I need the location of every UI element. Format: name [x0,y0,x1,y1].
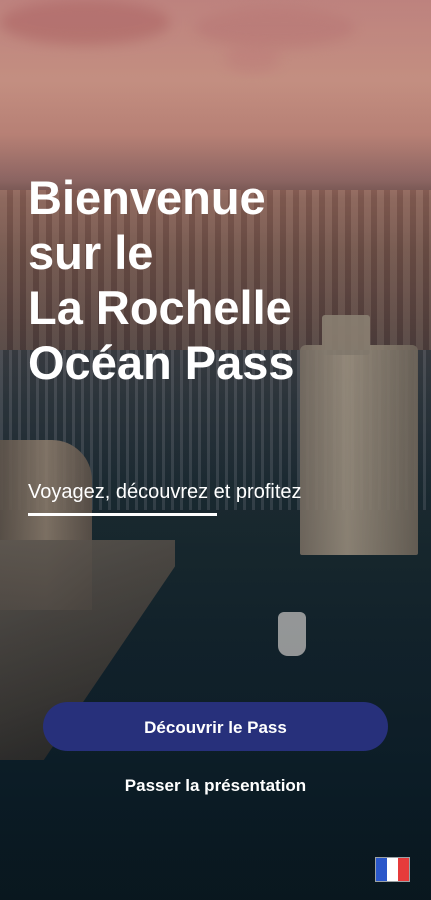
flag-stripe-blue [376,858,387,881]
welcome-title: Bienvenue sur le La Rochelle Océan Pass [28,170,388,390]
subtitle: Voyagez, découvrez et profitez [28,481,302,503]
skip-presentation-link[interactable]: Passer la présentation [0,776,431,796]
title-line-2: sur le [28,226,154,279]
title-line-3: La Rochelle [28,281,292,334]
title-line-4: Océan Pass [28,336,295,389]
france-flag-icon[interactable] [375,857,410,882]
title-line-1: Bienvenue [28,171,266,224]
discover-pass-button[interactable]: Découvrir le Pass [43,702,388,751]
subtitle-underline [28,513,217,516]
flag-stripe-white [387,858,398,881]
onboarding-screen: Bienvenue sur le La Rochelle Océan Pass … [0,0,431,900]
flag-stripe-red [398,858,409,881]
